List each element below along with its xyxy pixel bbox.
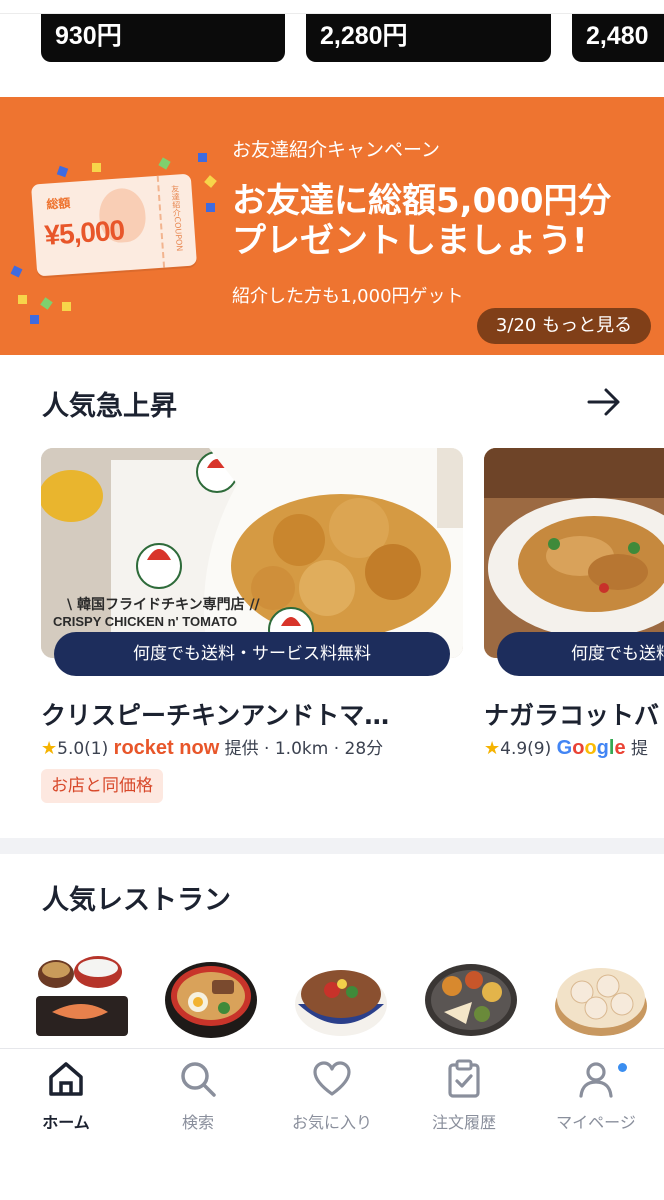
coupon-label: 総額 bbox=[45, 196, 71, 212]
banner-title-line: お友達に総額5,000円分 bbox=[232, 181, 612, 221]
nav-my-page[interactable]: マイページ bbox=[530, 1059, 662, 1133]
confetti-decoration bbox=[206, 203, 215, 212]
nav-label: ホーム bbox=[42, 1113, 90, 1132]
price-chip[interactable]: 930円 bbox=[41, 14, 285, 62]
confetti-decoration bbox=[56, 165, 69, 178]
restaurant-photo bbox=[484, 448, 664, 658]
search-icon bbox=[181, 1062, 216, 1097]
noodle-dish-photo bbox=[484, 448, 664, 658]
restaurant-name[interactable]: クリスピーチキンアンドトマ… bbox=[41, 696, 389, 732]
arrow-right-icon[interactable] bbox=[586, 384, 622, 420]
restaurant-name[interactable]: ナガラコットバ bbox=[484, 696, 659, 732]
restaurant-photo: \ 韓国フライドチキン専門店 // CRISPY CHICKEN n' TOMA… bbox=[41, 448, 463, 658]
google-logo: Google bbox=[556, 737, 626, 759]
coupon-amount: ¥5,000 bbox=[43, 214, 126, 251]
coupon-stub-text: 友達紹介COUPON bbox=[170, 184, 184, 252]
free-delivery-badge: 何度でも送料・サービス料無料 bbox=[54, 632, 450, 676]
price-chip-strip: 930円 2,280円 2,480 bbox=[0, 0, 664, 96]
banner-more-button[interactable]: 3/20 もっと見る bbox=[477, 308, 651, 344]
provider-distance-time: 提供 · 1.0km · 28分 bbox=[224, 739, 384, 759]
confetti-decoration bbox=[18, 295, 27, 304]
app-screen: 930円 2,280円 2,480 総額 ¥5,000 友達紹介COUPON お… bbox=[0, 0, 664, 1200]
top-separator bbox=[0, 0, 664, 14]
grilled-fish-set-icon[interactable] bbox=[32, 956, 130, 1040]
nav-label: お気に入り bbox=[291, 1113, 372, 1132]
banner-note: 紹介した方も1,000円ゲット bbox=[232, 286, 464, 307]
nav-search[interactable]: 検索 bbox=[132, 1059, 264, 1133]
restaurant-card[interactable]: \ 韓国フライドチキン専門店 // CRISPY CHICKEN n' TOMA… bbox=[41, 448, 463, 658]
trending-section-title: 人気急上昇 bbox=[42, 391, 177, 422]
confetti-decoration bbox=[10, 265, 23, 278]
banner-subtitle: お友達紹介キャンペーン bbox=[232, 139, 441, 161]
notification-dot bbox=[618, 1063, 627, 1072]
ramen-icon[interactable] bbox=[162, 956, 260, 1040]
popular-section-title: 人気レストラン bbox=[42, 885, 231, 916]
nav-label: マイページ bbox=[556, 1113, 636, 1132]
nav-order-history[interactable]: 注文履歴 bbox=[398, 1059, 530, 1133]
photo-brand: CRISPY CHICKEN n' TOMATO bbox=[53, 614, 238, 629]
heart-icon bbox=[313, 1061, 351, 1096]
nav-favorites[interactable]: お気に入り bbox=[266, 1059, 398, 1133]
user-icon bbox=[579, 1062, 613, 1098]
photo-caption: \ 韓国フライドチキン専門店 // bbox=[67, 597, 260, 613]
confetti-decoration bbox=[158, 157, 171, 170]
dim-sum-icon[interactable] bbox=[552, 956, 650, 1040]
restaurant-meta: ★5.0(1) rocket now 提供 · 1.0km · 28分 bbox=[41, 735, 383, 761]
star-icon: ★ bbox=[41, 738, 58, 759]
nav-home[interactable]: ホーム bbox=[0, 1059, 132, 1133]
star-icon: ★ bbox=[484, 738, 501, 759]
confetti-decoration bbox=[204, 175, 217, 188]
referral-campaign-banner[interactable]: 総額 ¥5,000 友達紹介COUPON お友達紹介キャンペーン お友達に総額5… bbox=[0, 97, 664, 355]
clipboard-check-icon bbox=[448, 1059, 480, 1098]
provider-text: 提 bbox=[630, 739, 648, 759]
confetti-decoration bbox=[40, 297, 53, 310]
price-chip[interactable]: 2,280円 bbox=[306, 14, 551, 62]
curry-plate-icon[interactable] bbox=[422, 956, 520, 1040]
coupon-illustration: 総額 ¥5,000 友達紹介COUPON bbox=[30, 173, 198, 277]
banner-title: お友達に総額5,000円分 プレゼントしましょう! bbox=[232, 181, 652, 261]
confetti-decoration bbox=[92, 163, 101, 172]
restaurant-card[interactable] bbox=[484, 448, 664, 658]
rating: 5.0(1) bbox=[57, 739, 109, 759]
banner-title-line: プレゼントしましょう! bbox=[232, 221, 588, 261]
free-delivery-badge: 何度でも送料 bbox=[497, 632, 664, 676]
same-price-tag: お店と同価格 bbox=[41, 769, 163, 803]
confetti-decoration bbox=[198, 153, 207, 162]
confetti-decoration bbox=[62, 302, 71, 311]
rating: 4.9(9) bbox=[500, 739, 552, 759]
confetti-decoration bbox=[30, 315, 39, 324]
popular-category-row bbox=[0, 956, 664, 1048]
restaurant-meta: ★4.9(9) Google 提 bbox=[484, 735, 648, 761]
price-chip[interactable]: 2,480 bbox=[572, 14, 664, 62]
rice-bowl-icon[interactable] bbox=[292, 956, 390, 1040]
nav-label: 注文履歴 bbox=[431, 1113, 496, 1132]
bottom-navigation: ホーム 検索 お気に入り 注文履歴 マイページ bbox=[0, 1048, 664, 1200]
rocket-now-logo: rocket now bbox=[113, 737, 220, 759]
nav-label: 検索 bbox=[181, 1113, 214, 1132]
section-divider bbox=[0, 838, 664, 854]
home-icon bbox=[49, 1062, 83, 1096]
